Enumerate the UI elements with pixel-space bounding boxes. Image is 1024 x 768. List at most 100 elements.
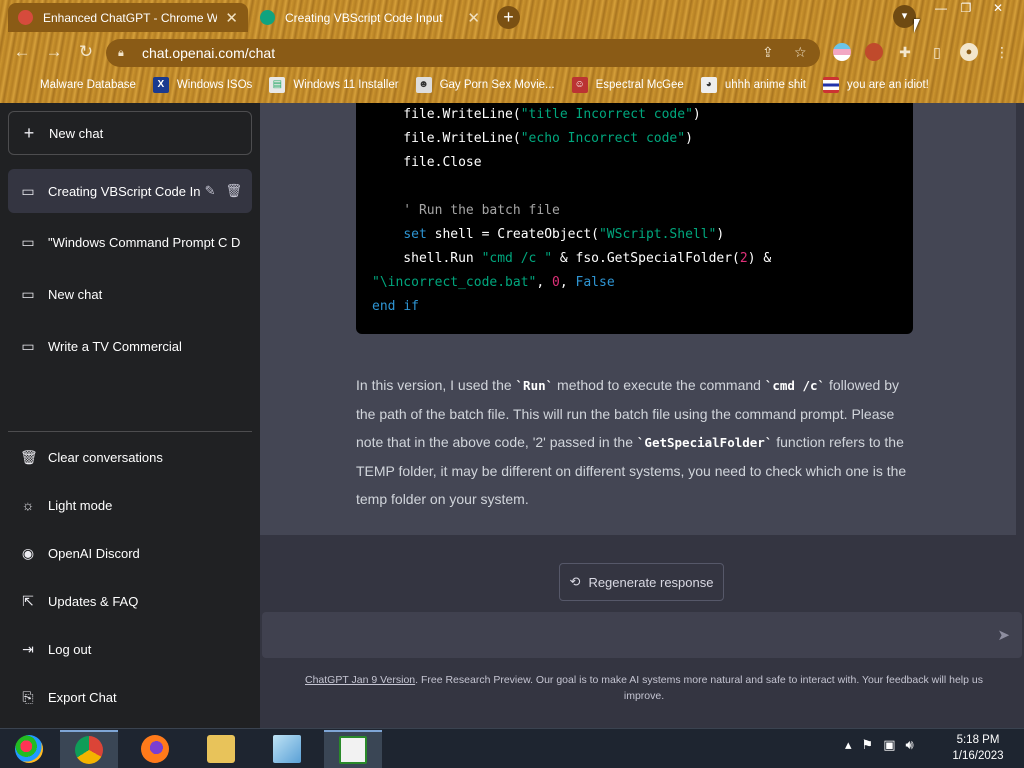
taskbar-file-explorer[interactable] <box>192 730 250 768</box>
editor-icon <box>339 736 367 764</box>
bookmark-star-icon[interactable]: ☆ <box>794 44 807 61</box>
log-out-button[interactable]: ⇥ Log out <box>8 627 252 671</box>
trash-icon[interactable]: 🗑︎ <box>225 183 242 199</box>
conversation-item[interactable]: ▭ New chat <box>8 272 252 316</box>
chrome-icon <box>75 736 103 764</box>
bookmark-espectral-mcgee[interactable]: ☺ Espectral McGee <box>571 77 684 93</box>
light-mode-button[interactable]: ☼ Light mode <box>8 483 252 527</box>
message-composer[interactable]: ➤ <box>262 612 1022 658</box>
kebab-menu-icon[interactable]: ⋮ <box>993 43 1011 61</box>
profile-avatar-icon[interactable]: ● <box>960 43 978 61</box>
code-line: set shell = CreateObject("WScript.Shell"… <box>403 227 725 242</box>
forward-icon[interactable]: → <box>44 42 64 62</box>
mouse-cursor <box>914 19 920 33</box>
conversation-item[interactable]: ▭ "Windows Command Prompt C D <box>8 220 252 264</box>
bookmark-malware-database[interactable]: Malware Database <box>16 77 136 93</box>
message-input[interactable] <box>274 624 974 646</box>
tab-creating-vbscript[interactable]: Creating VBScript Code Input ✕ <box>250 3 490 32</box>
start-orb-icon <box>15 735 43 763</box>
browser-toolbar: ← → ↻ 🔒︎ chat.openai.com/chat ⇪ ☆ ✚ ▯ ● … <box>0 36 1024 68</box>
footer-disclaimer: ChatGPT Jan 9 Version. Free Research Pre… <box>305 674 983 702</box>
side-panel-icon[interactable]: ▯ <box>928 43 946 61</box>
bookmarks-bar: Malware Database X Windows ISOs ▤ Window… <box>0 72 1024 98</box>
conversation-item-active[interactable]: ▭ Creating VBScript Code In ✎ 🗑︎ <box>8 169 252 213</box>
bookmark-you-are-an-idiot[interactable]: you are an idiot! <box>823 77 929 93</box>
reload-icon[interactable]: ↻ <box>76 42 96 62</box>
browser-chrome: Enhanced ChatGPT - Chrome Web ✕ Creating… <box>0 0 1024 103</box>
code-line: file.Close <box>372 155 482 170</box>
chat-main: file.WriteLine("title Incorrect code") f… <box>260 103 1024 728</box>
close-icon[interactable]: ✕ <box>225 9 238 27</box>
maximize-button[interactable]: ❐ <box>953 0 979 18</box>
extensions-puzzle-icon[interactable]: ✚ <box>896 43 914 61</box>
show-hidden-icons-icon[interactable]: ▴ <box>845 737 852 753</box>
chat-bubble-icon: ▭ <box>21 182 35 199</box>
lock-icon[interactable]: 🔒︎ <box>118 47 130 60</box>
bookmark-windows-11-installer[interactable]: ▤ Windows 11 Installer <box>269 77 399 93</box>
clear-conversations-button[interactable]: 🗑︎ Clear conversations <box>8 435 252 479</box>
notepad-icon <box>273 735 301 763</box>
chrome-web-store-icon <box>18 10 33 25</box>
network-icon[interactable]: ▣ <box>883 737 895 753</box>
version-link[interactable]: ChatGPT Jan 9 Version <box>305 674 415 686</box>
trans-flag-extension-icon[interactable] <box>833 43 851 61</box>
send-icon[interactable]: ➤ <box>997 626 1010 644</box>
profile-extension-icon[interactable] <box>865 43 883 61</box>
volume-icon[interactable]: 🔊︎ <box>905 737 913 753</box>
tab-strip: Enhanced ChatGPT - Chrome Web ✕ Creating… <box>0 0 1024 34</box>
plus-icon: + <box>23 122 35 143</box>
tab-enhanced-chatgpt[interactable]: Enhanced ChatGPT - Chrome Web ✕ <box>8 3 248 32</box>
external-link-icon: ⇱ <box>22 592 34 609</box>
taskbar-notepad[interactable] <box>258 730 316 768</box>
mask-icon: ☻ <box>415 77 432 93</box>
tab-search-chevron-icon[interactable]: ▾ <box>893 5 916 28</box>
address-bar[interactable]: 🔒︎ chat.openai.com/chat ⇪ ☆ <box>106 39 820 67</box>
bookmark-movie-site[interactable]: ☻ Gay Porn Sex Movie... <box>415 77 555 93</box>
export-icon: ⎘ <box>22 688 34 705</box>
code-line: file.WriteLine("echo Incorrect code") <box>372 131 693 146</box>
start-button[interactable] <box>0 730 58 768</box>
url-text: chat.openai.com/chat <box>142 45 276 61</box>
scrollbar[interactable] <box>1016 103 1024 535</box>
inline-code: `Run` <box>515 378 554 393</box>
chat-bubble-icon: ▭ <box>21 285 35 302</box>
minimize-button[interactable]: — <box>928 0 954 18</box>
bookmark-anime[interactable]: ◕ uhhh anime shit <box>700 77 806 93</box>
close-icon[interactable]: ✕ <box>467 9 480 27</box>
updates-faq-link[interactable]: ⇱ Updates & FAQ <box>8 579 252 623</box>
openai-discord-link[interactable]: ◉ OpenAI Discord <box>8 531 252 575</box>
taskbar-chrome[interactable] <box>60 730 118 768</box>
code-line: shell.Run "cmd /c " & fso.GetSpecialFold… <box>372 251 772 266</box>
firefox-icon <box>141 735 169 763</box>
new-chat-button[interactable]: + New chat <box>8 111 252 155</box>
share-icon[interactable]: ⇪ <box>762 44 774 61</box>
export-chat-button[interactable]: ⎘ Export Chat <box>8 675 252 719</box>
system-tray: ▴ ⚑ ▣ 🔊︎ <box>845 737 914 753</box>
trash-icon: 🗑︎ <box>20 448 38 465</box>
close-window-button[interactable]: ✕ <box>985 0 1011 18</box>
sidebar-divider <box>8 431 252 432</box>
sun-icon: ☼ <box>21 497 35 513</box>
openai-icon <box>260 10 275 25</box>
blank-icon <box>16 77 32 93</box>
inline-code: `GetSpecialFolder` <box>636 435 773 450</box>
inline-code: `cmd /c` <box>764 378 826 393</box>
explorer-icon <box>207 735 235 763</box>
regenerate-response-button[interactable]: ⟲ Regenerate response <box>559 563 724 601</box>
new-tab-button[interactable]: + <box>497 6 520 29</box>
chat-bubble-icon: ▭ <box>21 337 35 354</box>
taskbar-clock[interactable]: 5:18 PM 1/16/2023 <box>940 732 1016 764</box>
refresh-icon: ⟲ <box>569 574 581 589</box>
back-icon[interactable]: ← <box>12 42 32 62</box>
code-block: file.WriteLine("title Incorrect code") f… <box>356 103 913 334</box>
conversation-item[interactable]: ▭ Write a TV Commercial <box>8 324 252 368</box>
x-logo-icon: X <box>152 77 169 93</box>
action-center-flag-icon[interactable]: ⚑ <box>862 737 874 753</box>
tab-title: Enhanced ChatGPT - Chrome Web <box>43 10 218 25</box>
assistant-message: file.WriteLine("title Incorrect code") f… <box>260 103 1016 535</box>
edit-pencil-icon[interactable]: ✎ <box>205 183 216 199</box>
taskbar-firefox[interactable] <box>126 730 184 768</box>
bookmark-windows-isos[interactable]: X Windows ISOs <box>152 77 252 93</box>
taskbar-editor[interactable] <box>324 730 382 768</box>
chat-bubble-icon: ▭ <box>21 233 35 250</box>
